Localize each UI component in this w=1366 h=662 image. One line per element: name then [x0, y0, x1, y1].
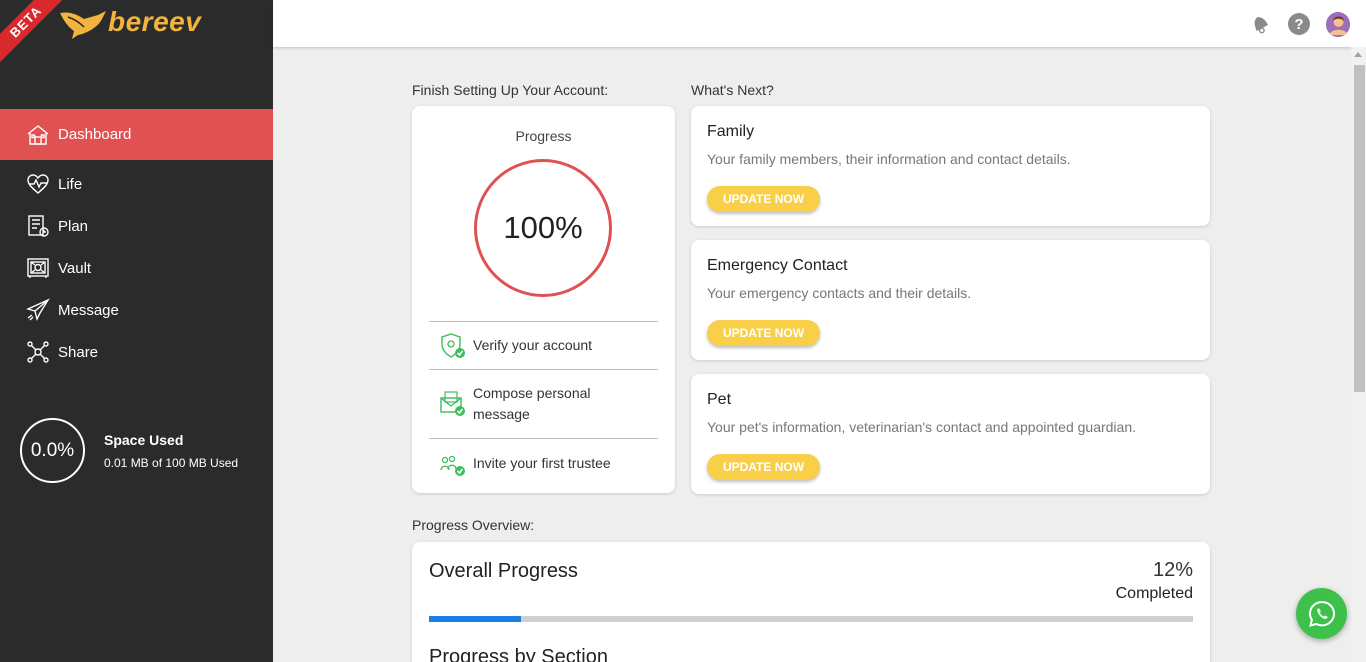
- next-card-emergency-contact: Emergency Contact Your emergency contact…: [691, 240, 1210, 360]
- people-check-icon: [438, 449, 468, 479]
- next-card-family: Family Your family members, their inform…: [691, 106, 1210, 226]
- update-now-button[interactable]: UPDATE NOW: [707, 186, 820, 212]
- task-label: Verify your account: [473, 337, 593, 353]
- task-verify-account[interactable]: Verify your account: [429, 321, 658, 369]
- card-description: Your emergency contacts and their detail…: [707, 285, 972, 301]
- update-now-button[interactable]: UPDATE NOW: [707, 454, 820, 480]
- sidebar-item-label: Vault: [58, 259, 92, 277]
- whats-next-label: What's Next?: [691, 82, 774, 98]
- house-icon: [26, 123, 50, 147]
- task-compose-message[interactable]: Compose personal message: [429, 369, 658, 438]
- notification-bell-icon[interactable]: [1248, 12, 1272, 36]
- whatsapp-icon: [1308, 600, 1335, 627]
- card-title: Pet: [707, 391, 732, 408]
- scrollbar-thumb[interactable]: [1354, 65, 1365, 392]
- next-card-pet: Pet Your pet's information, veterinarian…: [691, 374, 1210, 494]
- card-description: Your pet's information, veterinarian's c…: [707, 419, 1136, 435]
- card-title: Family: [707, 123, 755, 140]
- task-label: Compose personal message: [473, 385, 591, 422]
- update-now-button[interactable]: UPDATE NOW: [707, 320, 820, 346]
- top-header: ?: [273, 0, 1366, 47]
- sidebar-item-dashboard[interactable]: Dashboard: [0, 109, 273, 160]
- help-icon[interactable]: ?: [1287, 12, 1311, 36]
- user-avatar[interactable]: [1326, 11, 1350, 37]
- sidebar-item-label: Message: [58, 301, 119, 319]
- sidebar-item-label: Plan: [58, 217, 89, 235]
- progress-by-section-title: Progress by Section: [429, 646, 608, 662]
- paper-plane-icon: [26, 298, 50, 322]
- share-nodes-icon: [26, 340, 50, 364]
- vault-icon: [26, 256, 50, 280]
- sidebar-item-life[interactable]: Life: [0, 163, 273, 205]
- page-scrollbar[interactable]: [1351, 47, 1366, 662]
- task-label: Invite your first trustee: [473, 455, 611, 471]
- scroll-up-arrow-icon[interactable]: [1354, 52, 1362, 57]
- checklist-icon: [26, 214, 50, 238]
- setup-label: Finish Setting Up Your Account:: [412, 82, 609, 98]
- sidebar-item-plan[interactable]: Plan: [0, 205, 273, 247]
- bird-logo-icon: [60, 11, 106, 39]
- space-used-circle: 0.0%: [20, 418, 85, 483]
- sidebar-item-message[interactable]: Message: [0, 289, 273, 331]
- envelope-check-icon: [438, 389, 468, 419]
- app-logo[interactable]: bereev: [58, 4, 201, 40]
- sidebar-nav: Dashboard Life Plan Vault Message Share: [0, 109, 273, 373]
- sidebar-item-label: Share: [58, 343, 99, 361]
- sidebar-item-label: Life: [58, 175, 83, 193]
- sidebar-item-share[interactable]: Share: [0, 331, 273, 373]
- whatsapp-chat-button[interactable]: [1296, 588, 1347, 639]
- brand-name: bereev: [108, 6, 202, 37]
- heartbeat-icon: [26, 172, 50, 196]
- progress-title: Progress: [515, 128, 572, 144]
- shield-check-icon: [438, 331, 468, 361]
- space-used-detail: 0.01 MB of 100 MB Used: [104, 455, 239, 470]
- sidebar-item-vault[interactable]: Vault: [0, 247, 273, 289]
- overall-progress-percent: 12%: [1152, 559, 1193, 581]
- overall-progress-title: Overall Progress: [429, 560, 578, 582]
- overall-progress-fill: [429, 616, 521, 622]
- overview-label: Progress Overview:: [412, 517, 535, 533]
- space-used-title: Space Used: [104, 431, 184, 448]
- sidebar-item-label: Dashboard: [58, 126, 132, 143]
- overall-progress-bar: [429, 616, 1193, 622]
- card-description: Your family members, their information a…: [707, 151, 1071, 167]
- card-title: Emergency Contact: [707, 257, 848, 274]
- help-glyph: ?: [1288, 13, 1310, 35]
- overall-progress-card: Overall Progress 12% Completed Progress …: [412, 542, 1210, 662]
- space-used-widget: 0.0% Space Used 0.01 MB of 100 MB Used: [20, 418, 238, 483]
- setup-progress-card: Progress 100% Verify your account Compos…: [412, 106, 675, 493]
- sidebar: BETA bereev Dashboard Life Plan Vault Me…: [0, 0, 273, 662]
- progress-circle: 100%: [474, 159, 612, 297]
- task-invite-trustee[interactable]: Invite your first trustee: [429, 438, 658, 488]
- overall-progress-status: Completed: [1115, 585, 1193, 602]
